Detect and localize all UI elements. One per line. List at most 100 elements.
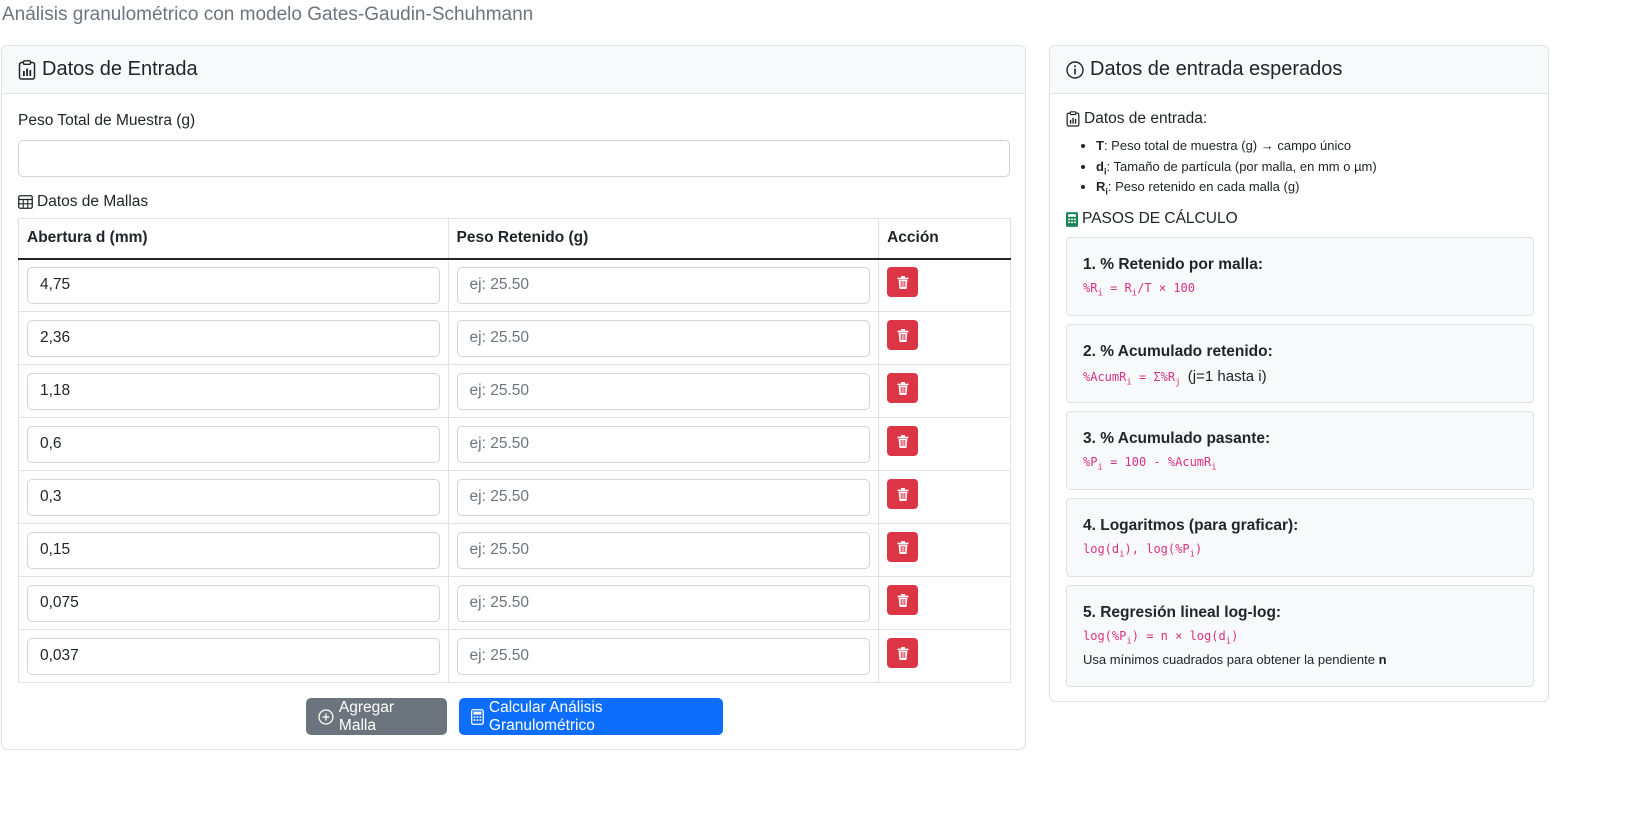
accion-cell: [878, 258, 1011, 312]
peso-cell: ej: 25.50: [447, 258, 880, 312]
peso-retenido-input[interactable]: ej: 25.50: [456, 637, 871, 675]
abertura-cell: 4,75: [18, 258, 449, 312]
peso-cell: ej: 25.50: [447, 364, 880, 418]
accion-cell: [878, 576, 1011, 630]
table-row: 1,18 ej: 25.50: [18, 364, 1011, 418]
abertura-cell: 2,36: [18, 311, 449, 365]
column-header-peso: Peso Retenido (g): [447, 218, 880, 260]
abertura-input[interactable]: 2,36: [27, 319, 440, 357]
table-row: 0,3 ej: 25.50: [18, 470, 1011, 524]
abertura-input[interactable]: 0,075: [27, 584, 440, 622]
page-subtitle: Análisis granulométrico con modelo Gates…: [2, 4, 534, 25]
peso-cell: ej: 25.50: [447, 576, 880, 630]
trash-icon: [897, 540, 909, 554]
mallas-section-label: Datos de Mallas: [18, 193, 148, 211]
step-formula: %Pi = 100 - %AcumRi: [1083, 455, 1217, 473]
delete-row-button[interactable]: [887, 373, 919, 403]
peso-cell: ej: 25.50: [447, 417, 880, 471]
trash-icon: [897, 434, 909, 448]
step-title: 5. Regresión lineal log-log:: [1083, 604, 1282, 621]
column-header-accion: Acción: [878, 218, 1011, 260]
trash-icon: [897, 593, 909, 607]
mallas-label-text: Datos de Mallas: [37, 193, 149, 210]
delete-row-button[interactable]: [887, 585, 919, 615]
input-card-title: Datos de Entrada: [42, 58, 198, 80]
trash-icon: [897, 646, 909, 660]
table-row: 0,15 ej: 25.50: [18, 523, 1011, 577]
step-formula: %AcumRi = Σ%Rj (j=1 hasta i): [1083, 368, 1267, 388]
list-item: Ri: Peso retenido en cada malla (g): [1096, 177, 1377, 198]
add-mesh-label: Agregar Malla: [338, 698, 395, 734]
accion-cell: [878, 629, 1011, 683]
trash-icon: [897, 487, 909, 501]
inputs-heading: Datos de entrada:: [1066, 110, 1207, 128]
step-formula: log(%Pi) = n × log(di): [1083, 629, 1239, 647]
table-row: 2,36 ej: 25.50: [18, 311, 1011, 365]
abertura-cell: 0,6: [18, 417, 449, 471]
mesh-table-header: Abertura d (mm) Peso Retenido (g) Acción: [18, 218, 1011, 260]
calculator-icon: [1066, 211, 1078, 227]
peso-cell: ej: 25.50: [447, 629, 880, 683]
step-note: Usa mínimos cuadrados para obtener la pe…: [1083, 652, 1387, 668]
abertura-input[interactable]: 4,75: [27, 266, 440, 304]
table-row: 4,75 ej: 25.50: [18, 258, 1011, 312]
mesh-table: Abertura d (mm) Peso Retenido (g) Acción…: [18, 218, 1011, 683]
expected-card-header: Datos de entrada esperados: [1050, 46, 1548, 94]
abertura-input[interactable]: 1,18: [27, 372, 440, 410]
peso-cell: ej: 25.50: [447, 523, 880, 577]
plus-circle-icon: [318, 708, 334, 725]
clipboard-data-icon: [18, 59, 36, 80]
info-circle-icon: [1066, 60, 1084, 79]
trash-icon: [897, 381, 909, 395]
accion-cell: [878, 311, 1011, 365]
table-icon: [18, 195, 33, 209]
calculator-icon: [471, 708, 484, 725]
table-row: 0,037 ej: 25.50: [18, 629, 1011, 683]
abertura-input[interactable]: 0,3: [27, 478, 440, 516]
abertura-input[interactable]: 0,037: [27, 637, 440, 675]
expected-inputs-list: T: Peso total de muestra (g) → campo úni…: [1096, 136, 1377, 198]
peso-retenido-input[interactable]: ej: 25.50: [456, 372, 871, 410]
step-card-5: 5. Regresión lineal log-log: log(%Pi) = …: [1066, 585, 1534, 687]
calculate-button[interactable]: Calcular Análisis Granulométrico: [459, 698, 723, 735]
add-mesh-button[interactable]: Agregar Malla: [306, 698, 447, 735]
table-row: 0,075 ej: 25.50: [18, 576, 1011, 630]
total-weight-input[interactable]: [18, 140, 1010, 177]
step-formula: log(di), log(%Pi): [1083, 542, 1203, 560]
delete-row-button[interactable]: [887, 532, 919, 562]
expected-card-title: Datos de entrada esperados: [1090, 58, 1343, 80]
step-title: 1. % Retenido por malla:: [1083, 256, 1264, 273]
step-title: 4. Logaritmos (para graficar):: [1083, 517, 1299, 534]
trash-icon: [897, 328, 909, 342]
input-card-header: Datos de Entrada: [2, 46, 1025, 94]
step-card-4: 4. Logaritmos (para graficar): log(di), …: [1066, 498, 1534, 577]
delete-row-button[interactable]: [887, 479, 919, 509]
steps-heading: PASOS DE CÁLCULO: [1066, 210, 1238, 228]
trash-icon: [897, 275, 909, 289]
abertura-cell: 1,18: [18, 364, 449, 418]
clipboard-data-icon: [1066, 111, 1080, 127]
input-card: Datos de Entrada Peso Total de Muestra (…: [1, 45, 1026, 750]
peso-retenido-input[interactable]: ej: 25.50: [456, 478, 871, 516]
step-card-2: 2. % Acumulado retenido: %AcumRi = Σ%Rj …: [1066, 324, 1534, 403]
abertura-cell: 0,3: [18, 470, 449, 524]
peso-retenido-input[interactable]: ej: 25.50: [456, 425, 871, 463]
accion-cell: [878, 470, 1011, 524]
abertura-input[interactable]: 0,15: [27, 531, 440, 569]
total-weight-label: Peso Total de Muestra (g): [18, 112, 196, 129]
steps-heading-text: PASOS DE CÁLCULO: [1082, 210, 1238, 227]
abertura-input[interactable]: 0,6: [27, 425, 440, 463]
delete-row-button[interactable]: [887, 426, 919, 456]
expected-card: Datos de entrada esperados Datos de entr…: [1049, 45, 1549, 702]
delete-row-button[interactable]: [887, 638, 919, 668]
table-row: 0,6 ej: 25.50: [18, 417, 1011, 471]
step-title: 2. % Acumulado retenido:: [1083, 343, 1273, 360]
peso-retenido-input[interactable]: ej: 25.50: [456, 319, 871, 357]
peso-retenido-input[interactable]: ej: 25.50: [456, 266, 871, 304]
step-card-1: 1. % Retenido por malla: %Ri = Ri/T × 10…: [1066, 237, 1534, 316]
delete-row-button[interactable]: [887, 267, 919, 298]
peso-retenido-input[interactable]: ej: 25.50: [456, 584, 871, 622]
list-item: T: Peso total de muestra (g) → campo úni…: [1096, 136, 1377, 157]
delete-row-button[interactable]: [887, 320, 919, 350]
peso-retenido-input[interactable]: ej: 25.50: [456, 531, 871, 569]
